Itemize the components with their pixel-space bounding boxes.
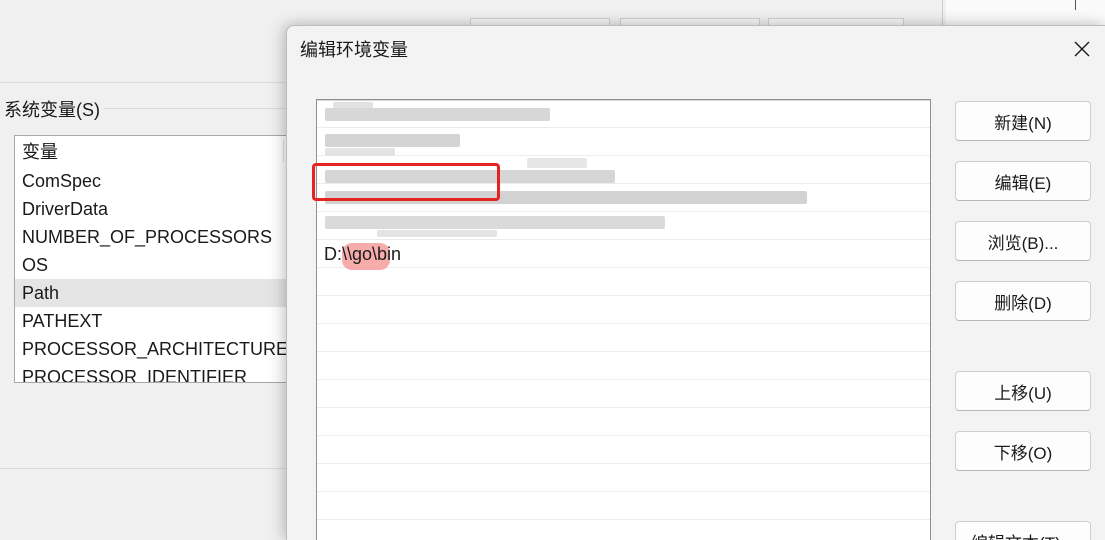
new-button[interactable]: 新建(N) [955,101,1091,141]
edit-text-button[interactable]: 编辑文本(T)... [955,521,1091,540]
browse-button[interactable]: 浏览(B)... [955,221,1091,261]
path-entry-blurred[interactable] [317,212,930,240]
path-entry-empty[interactable] [317,464,930,492]
path-entry-empty[interactable] [317,408,930,436]
path-entry-text: D:\\go\bin [324,244,402,264]
dialog-title: 编辑环境变量 [300,40,408,60]
list-item[interactable]: OS [15,251,303,279]
list-item[interactable]: ComSpec [15,167,303,195]
path-entries-list[interactable]: D:\\go\bin [316,99,931,540]
divider [0,468,290,469]
group-line [98,108,290,109]
list-item-selected[interactable]: Path [15,279,303,307]
variable-column-header[interactable]: 变量 [15,136,303,167]
path-entry-empty[interactable] [317,520,930,540]
close-button[interactable] [1067,34,1097,64]
close-icon [1074,41,1090,57]
delete-button[interactable]: 删除(D) [955,281,1091,321]
system-variables-list[interactable]: 变量 ComSpec DriverData NUMBER_OF_PROCESSO… [14,135,304,383]
path-entry-blurred[interactable] [317,184,930,212]
system-variables-label: 系统变量(S) [4,96,104,122]
path-entry-empty[interactable] [317,296,930,324]
list-item[interactable]: NUMBER_OF_PROCESSORS [15,223,303,251]
path-entry-empty[interactable] [317,492,930,520]
list-item[interactable]: DriverData [15,195,303,223]
path-entry-empty[interactable] [317,324,930,352]
column-separator [283,140,284,162]
move-up-button[interactable]: 上移(U) [955,371,1091,411]
path-entry-empty[interactable] [317,380,930,408]
list-item[interactable]: PROCESSOR_ARCHITECTURE [15,335,303,363]
path-entry-empty[interactable] [317,268,930,296]
path-entry-blurred[interactable] [317,100,930,128]
divider [1075,0,1076,10]
move-down-button[interactable]: 下移(O) [955,431,1091,471]
path-entry-blurred[interactable] [317,156,930,184]
edit-env-var-dialog: 编辑环境变量 D:\\go\bin 新建(N) 编辑(E) 浏览(B)... 删… [286,25,1105,540]
edit-button[interactable]: 编辑(E) [955,161,1091,201]
path-entry-empty[interactable] [317,352,930,380]
list-item[interactable]: PROCESSOR_IDENTIFIER [15,363,303,382]
path-entry-empty[interactable] [317,436,930,464]
list-item[interactable]: PATHEXT [15,307,303,335]
path-entry-go-bin[interactable]: D:\\go\bin [317,240,930,270]
path-entry-blurred[interactable] [317,128,930,156]
divider [0,82,290,83]
